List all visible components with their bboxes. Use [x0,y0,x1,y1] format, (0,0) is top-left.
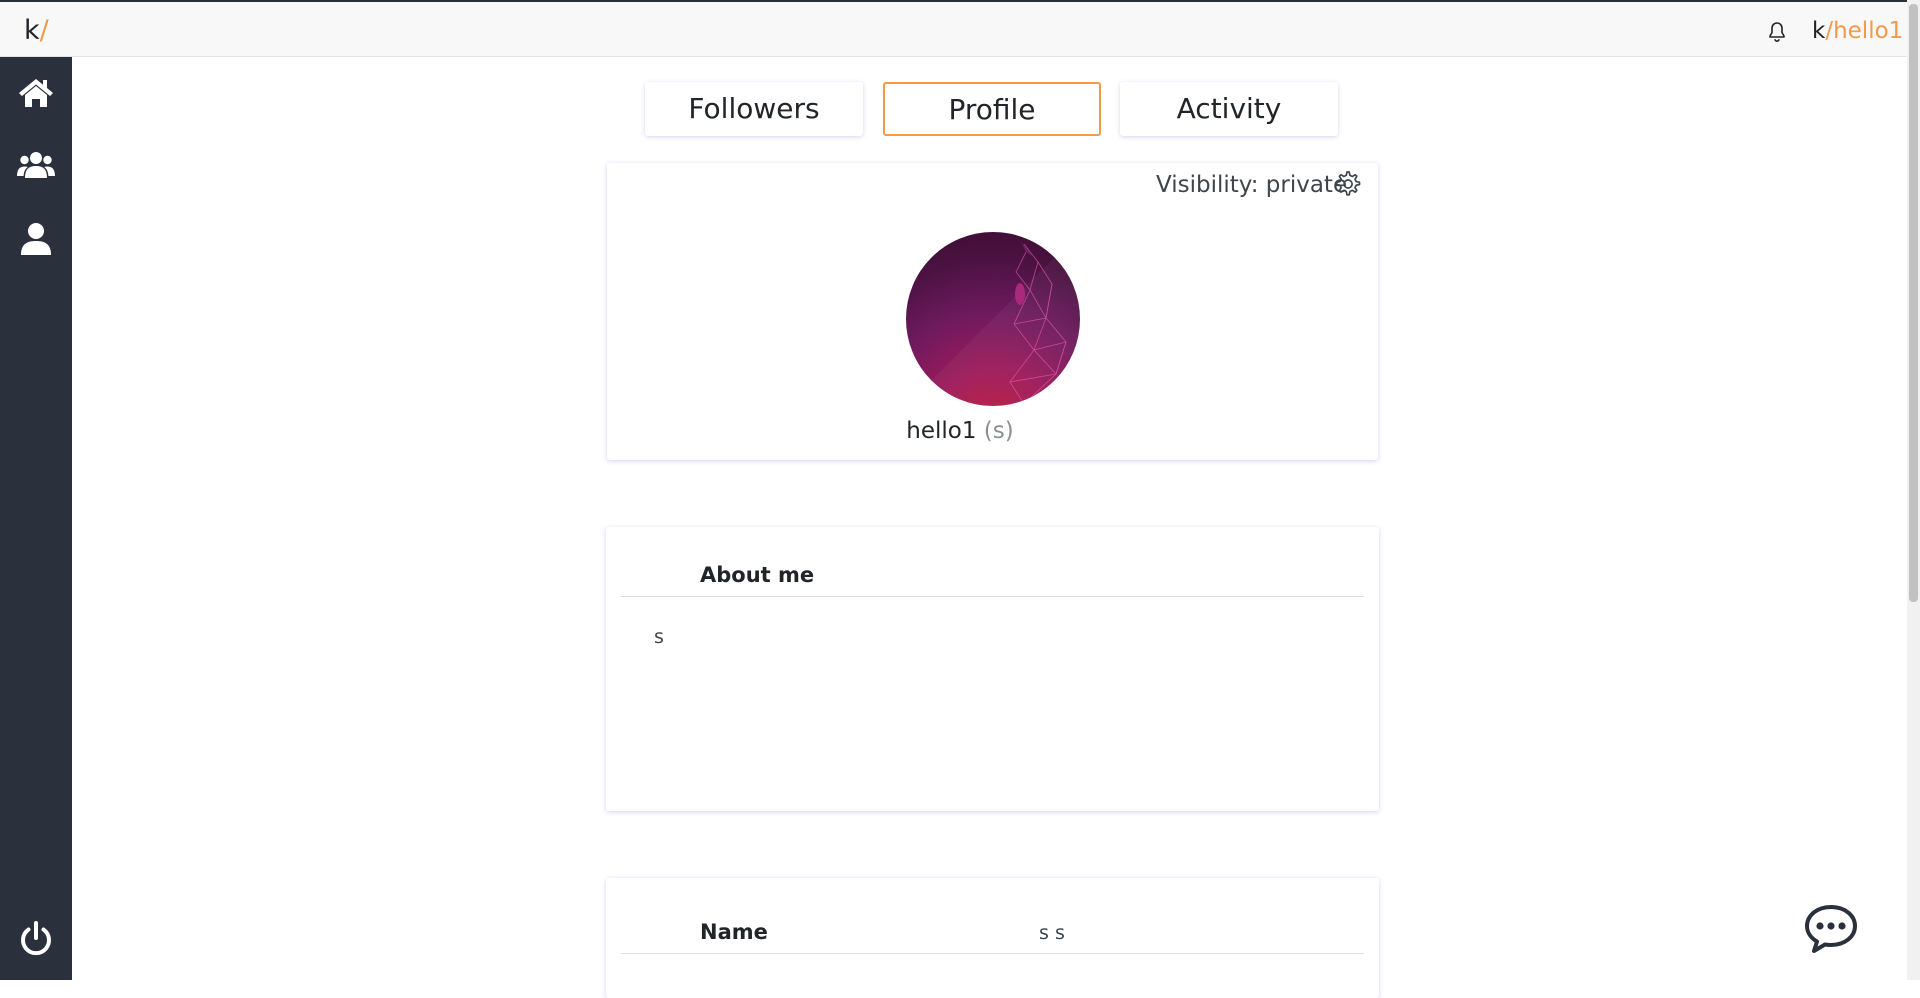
tab-profile[interactable]: Profile [883,82,1101,136]
details-divider [621,953,1364,954]
chat-icon[interactable] [1804,904,1858,954]
group-icon[interactable] [16,145,56,185]
scrollbar-thumb[interactable] [1909,4,1918,602]
tab-activity[interactable]: Activity [1120,82,1338,136]
about-divider [621,596,1364,597]
home-icon[interactable] [16,73,56,113]
gear-icon[interactable] [1332,169,1362,199]
name-value: s s [1039,922,1065,944]
user-profile-link[interactable]: k/hello1 [1812,16,1903,46]
about-title: About me [700,563,815,587]
avatar-pattern [1009,242,1067,405]
about-text: s [654,626,664,648]
power-icon[interactable] [16,919,56,959]
name-label: Name [700,920,768,944]
app-logo[interactable]: k/ [24,16,49,46]
bell-icon[interactable] [1765,20,1789,44]
sidebar [0,57,72,980]
user-icon[interactable] [16,219,56,259]
visibility-status: Visibility: private [1156,172,1348,198]
top-bar: k/ k/hello1 [0,2,1907,57]
tab-followers[interactable]: Followers [645,82,863,136]
display-name: hello1 (s) [906,418,1014,444]
avatar[interactable] [906,232,1080,406]
